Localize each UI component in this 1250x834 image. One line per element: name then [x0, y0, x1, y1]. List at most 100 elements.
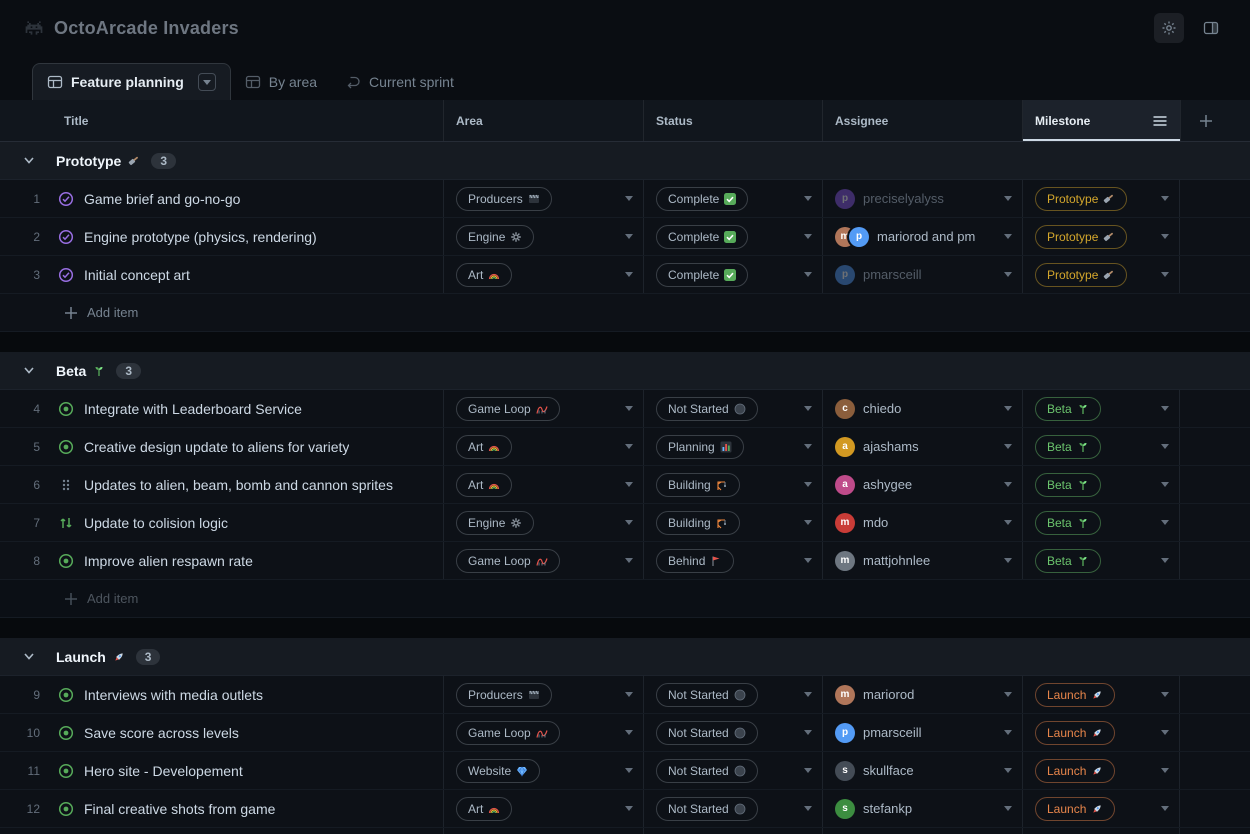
milestone-cell[interactable]: Beta [1022, 504, 1180, 541]
title-cell[interactable]: 10Save score across levels [0, 714, 443, 751]
title-cell[interactable]: 12Final creative shots from game [0, 790, 443, 827]
area-cell[interactable]: Art [443, 790, 643, 827]
milestone-cell[interactable]: Launch [1022, 676, 1180, 713]
title-cell[interactable]: 5Creative design update to aliens for va… [0, 428, 443, 465]
status-cell[interactable]: Complete [643, 256, 822, 293]
tab-by-area[interactable]: By area [231, 63, 331, 100]
assignee-cell[interactable]: aashygee [822, 466, 1022, 503]
milestone-cell[interactable]: Launch [1022, 790, 1180, 827]
group-header-prototype[interactable]: Prototype3 [0, 142, 1250, 180]
title-cell[interactable] [0, 828, 443, 834]
milestone-cell[interactable]: Beta [1022, 428, 1180, 465]
row-title[interactable]: Hero site - Developement [84, 763, 243, 779]
row-title[interactable]: Integrate with Leaderboard Service [84, 401, 302, 417]
area-cell[interactable]: Engine [443, 218, 643, 255]
row-title[interactable]: Engine prototype (physics, rendering) [84, 229, 317, 245]
milestone-cell[interactable]: Beta [1022, 390, 1180, 427]
assignee-cell[interactable]: mmariorod [822, 676, 1022, 713]
row-title[interactable]: Improve alien respawn rate [84, 553, 253, 569]
milestone-cell[interactable]: Prototype [1022, 218, 1180, 255]
milestone-cell[interactable]: Prototype [1022, 180, 1180, 217]
row-title[interactable]: Initial concept art [84, 267, 190, 283]
area-cell[interactable]: Art [443, 256, 643, 293]
dropdown-caret-icon [798, 444, 812, 449]
assignee-cell[interactable]: mmdo [822, 504, 1022, 541]
status-cell[interactable]: Behind [643, 542, 822, 579]
add-column-cell[interactable] [1180, 100, 1250, 141]
milestone-cell[interactable]: Beta [1022, 542, 1180, 579]
column-header-assignee[interactable]: Assignee [822, 100, 1022, 141]
row-title[interactable]: Save score across levels [84, 725, 239, 741]
assignee-cell[interactable]: ppmarsceill [822, 714, 1022, 751]
title-cell[interactable]: 7Update to colision logic [0, 504, 443, 541]
group-header-beta[interactable]: Beta3 [0, 352, 1250, 390]
tab-menu-caret-icon[interactable] [198, 73, 216, 91]
settings-gear-icon[interactable] [1154, 13, 1184, 43]
add-item-row[interactable]: Add item [0, 580, 1250, 618]
assignee-cell[interactable]: aajashams [822, 428, 1022, 465]
side-panel-icon[interactable] [1196, 13, 1226, 43]
status-cell[interactable]: Building [643, 466, 822, 503]
row-title[interactable]: Updates to alien, beam, bomb and cannon … [84, 477, 393, 493]
area-cell[interactable]: Producers [443, 180, 643, 217]
status-cell[interactable]: Building [643, 504, 822, 541]
area-cell[interactable] [443, 828, 643, 834]
milestone-cell[interactable]: Launch [1022, 714, 1180, 751]
tab-feature-planning[interactable]: Feature planning [32, 63, 231, 100]
row-title[interactable]: Final creative shots from game [84, 801, 275, 817]
assignee-cell[interactable]: cchiedo [822, 390, 1022, 427]
status-cell[interactable]: Complete [643, 218, 822, 255]
status-cell[interactable]: Not Started [643, 714, 822, 751]
area-cell[interactable]: Game Loop [443, 542, 643, 579]
collapse-chevron-icon[interactable] [24, 367, 34, 374]
row-title[interactable]: Update to colision logic [84, 515, 228, 531]
status-cell[interactable] [643, 828, 822, 834]
area-cell[interactable]: Art [443, 466, 643, 503]
row-title[interactable]: Game brief and go-no-go [84, 191, 240, 207]
assignee-cell[interactable]: sskullface [822, 752, 1022, 789]
collapse-chevron-icon[interactable] [24, 157, 34, 164]
tab-current-sprint[interactable]: Current sprint [331, 63, 468, 100]
assignee-cell[interactable]: sstefankp [822, 790, 1022, 827]
status-cell[interactable]: Planning [643, 428, 822, 465]
status-cell[interactable]: Not Started [643, 790, 822, 827]
status-cell[interactable]: Not Started [643, 752, 822, 789]
assignee-cell[interactable]: mmattjohnlee [822, 542, 1022, 579]
add-item-row[interactable]: Add item [0, 294, 1250, 332]
column-header-status[interactable]: Status [643, 100, 822, 141]
column-header-title[interactable]: Title [0, 100, 443, 141]
assignee-cell[interactable]: ppreciselyalyss [822, 180, 1022, 217]
column-header-milestone[interactable]: Milestone [1022, 100, 1180, 141]
status-cell[interactable]: Not Started [643, 676, 822, 713]
title-cell[interactable]: 11Hero site - Developement [0, 752, 443, 789]
area-cell[interactable]: Art [443, 428, 643, 465]
title-cell[interactable]: 4Integrate with Leaderboard Service [0, 390, 443, 427]
area-cell[interactable]: Website [443, 752, 643, 789]
area-cell[interactable]: Game Loop [443, 714, 643, 751]
row-title[interactable]: Creative design update to aliens for var… [84, 439, 349, 455]
column-header-area[interactable]: Area [443, 100, 643, 141]
status-cell[interactable]: Not Started [643, 390, 822, 427]
title-cell[interactable]: 9Interviews with media outlets [0, 676, 443, 713]
group-header-launch[interactable]: Launch3 [0, 638, 1250, 676]
milestone-cell[interactable] [1022, 828, 1180, 834]
title-cell[interactable]: 3Initial concept art [0, 256, 443, 293]
title-cell[interactable]: 6Updates to alien, beam, bomb and cannon… [0, 466, 443, 503]
area-cell[interactable]: Engine [443, 504, 643, 541]
milestone-cell[interactable]: Prototype [1022, 256, 1180, 293]
assignee-cell[interactable]: ppmarsceill [822, 256, 1022, 293]
add-column-plus-icon[interactable] [1199, 114, 1213, 128]
milestone-cell[interactable]: Launch [1022, 752, 1180, 789]
title-cell[interactable]: 8Improve alien respawn rate [0, 542, 443, 579]
assignee-cell[interactable]: mpmariorod and pm [822, 218, 1022, 255]
area-cell[interactable]: Game Loop [443, 390, 643, 427]
assignee-cell[interactable] [822, 828, 1022, 834]
title-cell[interactable]: 1Game brief and go-no-go [0, 180, 443, 217]
status-cell[interactable]: Complete [643, 180, 822, 217]
title-cell[interactable]: 2Engine prototype (physics, rendering) [0, 218, 443, 255]
milestone-cell[interactable]: Beta [1022, 466, 1180, 503]
collapse-chevron-icon[interactable] [24, 653, 34, 660]
row-density-icon[interactable] [1152, 113, 1168, 129]
row-title[interactable]: Interviews with media outlets [84, 687, 263, 703]
area-cell[interactable]: Producers [443, 676, 643, 713]
